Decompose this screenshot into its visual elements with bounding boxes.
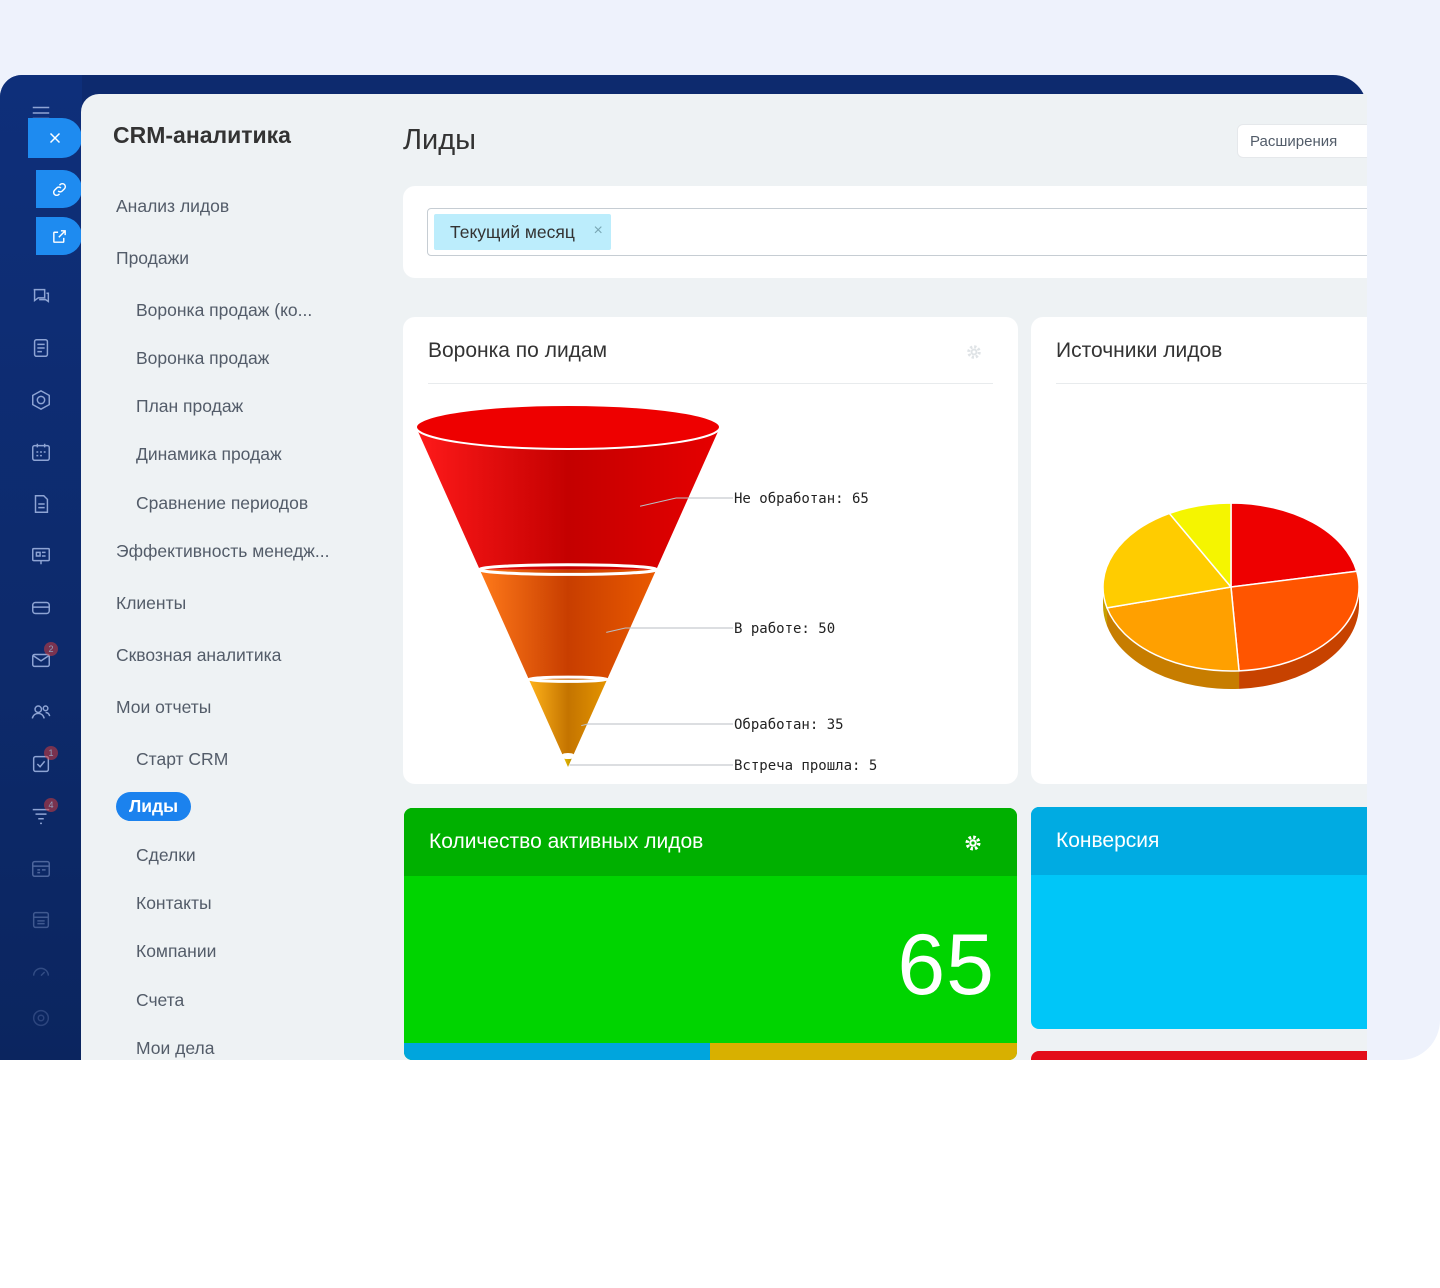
funnel-data-label: В работе: 50 — [734, 621, 835, 637]
crm-analytics-menu: CRM-аналитика Анализ лидов Продажи Ворон… — [81, 94, 381, 1060]
calendar-icon[interactable] — [28, 439, 54, 465]
active-leads-title: Количество активных лидов — [429, 830, 704, 853]
card-separator — [428, 383, 993, 384]
funnel-segment — [479, 569, 657, 680]
menu-item-contacts[interactable]: Контакты — [136, 893, 212, 914]
gear-icon[interactable] — [963, 833, 983, 853]
schedule-icon[interactable] — [28, 855, 54, 881]
funnel-widget: Воронка по лидам Не обработан: 65 В работ… — [403, 317, 1018, 784]
funnel-data-label: Не обработан: 65 — [734, 491, 869, 507]
presentation-icon[interactable] — [28, 543, 54, 569]
speedometer-icon[interactable] — [28, 959, 54, 985]
funnel-divider — [561, 753, 575, 760]
conversion-tile: Конверсия — [1031, 807, 1367, 1029]
tile-strip-blue — [404, 1043, 710, 1060]
document-icon[interactable] — [28, 491, 54, 517]
external-link-icon — [52, 229, 66, 243]
menu-item-companies[interactable]: Компании — [136, 941, 216, 962]
pie-slice — [1230, 570, 1360, 672]
mail-badge: 2 — [44, 642, 58, 656]
menu-item-deals[interactable]: Сделки — [136, 845, 196, 866]
filter-input[interactable]: Текущий месяц × — [427, 208, 1367, 256]
store-icon[interactable] — [28, 907, 54, 933]
menu-item-leads[interactable]: Лиды — [116, 792, 192, 821]
filter-card: Текущий месяц × — [403, 186, 1367, 278]
card-icon[interactable] — [28, 595, 54, 621]
hexagon-icon[interactable] — [28, 387, 54, 413]
menu-item-period-comparison[interactable]: Сравнение периодов — [136, 493, 308, 514]
sources-widget-title: Источники лидов — [1056, 339, 1223, 362]
next-tile-red — [1031, 1051, 1367, 1060]
filter-chip[interactable]: Текущий месяц × — [434, 214, 611, 250]
conversion-title: Конверсия — [1056, 829, 1160, 852]
funnel-top-ellipse — [415, 404, 721, 450]
active-leads-value: 65 — [897, 917, 995, 1013]
funnel-segment — [528, 679, 608, 757]
card-separator — [1056, 383, 1367, 384]
funnel-widget-title: Воронка по лидам — [428, 339, 608, 362]
filter-badge: 4 — [44, 798, 58, 812]
copy-link-button[interactable] — [36, 170, 82, 208]
menu-item-sales-dynamics[interactable]: Динамика продаж — [136, 444, 282, 465]
sources-widget: Источники лидов — [1031, 317, 1367, 784]
menu-item-sales[interactable]: Продажи — [116, 248, 189, 269]
funnel-data-label: Встреча прошла: 5 — [734, 758, 877, 774]
menu-item-end-to-end-analytics[interactable]: Сквозная аналитика — [116, 645, 281, 666]
menu-item-lead-analysis[interactable]: Анализ лидов — [116, 196, 229, 217]
chat-icon[interactable] — [28, 283, 54, 309]
extensions-button[interactable]: Расширения — [1237, 124, 1367, 158]
link-icon — [52, 182, 66, 196]
users-icon[interactable] — [28, 699, 54, 725]
menu-title: CRM-аналитика — [113, 122, 291, 148]
menu-item-clients[interactable]: Клиенты — [116, 593, 186, 614]
close-button[interactable] — [28, 118, 82, 158]
tile-strip-yellow — [710, 1043, 1017, 1060]
menu-item-invoices[interactable]: Счета — [136, 990, 184, 1011]
menu-item-manager-efficiency[interactable]: Эффективность менедж... — [116, 541, 329, 562]
filter-chip-label: Текущий месяц — [450, 221, 575, 242]
menu-item-my-activities[interactable]: Мои дела — [136, 1038, 214, 1059]
close-icon — [49, 132, 61, 144]
tasks-badge: 1 — [44, 746, 58, 760]
remove-chip-icon[interactable]: × — [594, 222, 603, 240]
menu-item-my-reports[interactable]: Мои отчеты — [116, 697, 211, 718]
extensions-label: Расширения — [1250, 132, 1338, 150]
menu-item-sales-plan[interactable]: План продаж — [136, 396, 243, 417]
sources-pie-chart — [1102, 502, 1360, 689]
funnel-chart: Не обработан: 65 В работе: 50 Обработан: 3… — [415, 404, 877, 774]
settings-icon[interactable] — [28, 1005, 54, 1031]
menu-item-start-crm[interactable]: Старт CRM — [136, 749, 228, 770]
page-title: Лиды — [403, 124, 476, 156]
menu-item-sales-funnel-companies[interactable]: Воронка продаж (ко... — [136, 300, 312, 321]
funnel-leader-line — [581, 723, 733, 727]
open-new-window-button[interactable] — [36, 217, 82, 255]
menu-item-sales-funnel[interactable]: Воронка продаж — [136, 348, 269, 369]
gear-icon[interactable] — [965, 343, 983, 361]
feed-icon[interactable] — [28, 335, 54, 361]
analytics-panel: CRM-аналитика Анализ лидов Продажи Ворон… — [81, 94, 1367, 1060]
backdrop: 2 1 4 CRM-аналитика Анализ лидов Продажи… — [0, 0, 1440, 1060]
funnel-data-label: Обработан: 35 — [734, 717, 844, 733]
active-leads-tile: Количество активных лидов 65 — [404, 808, 1017, 1060]
